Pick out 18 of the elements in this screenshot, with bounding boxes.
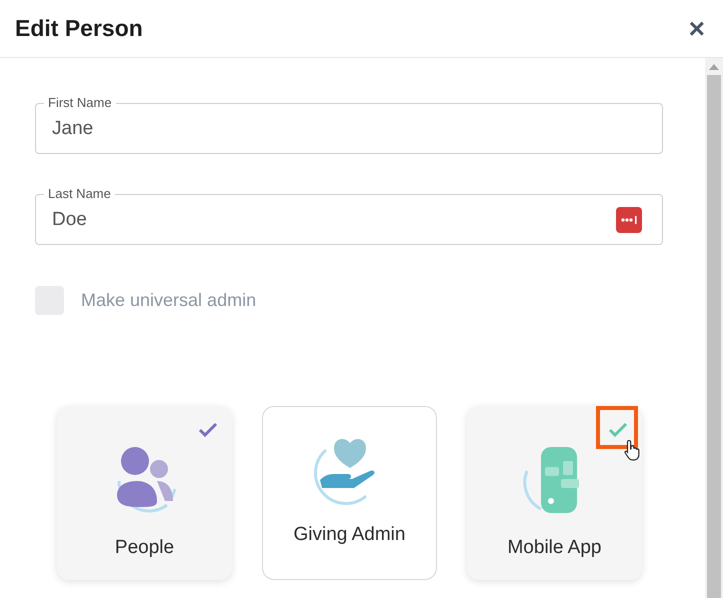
checkmark-icon (608, 422, 628, 438)
close-button[interactable]: × (686, 14, 707, 42)
field-value: Jane (52, 118, 94, 140)
permission-card[interactable]: Giving Admin (262, 406, 437, 580)
password-manager-icon[interactable] (616, 206, 642, 232)
field-label: Last Name (44, 186, 115, 201)
permission-card[interactable]: People (57, 406, 232, 580)
checkmark-icon (198, 422, 218, 438)
checkbox-label: Make universal admin (81, 290, 256, 311)
card-label: Mobile App (507, 537, 602, 559)
field-value: Doe (52, 208, 88, 230)
card-label: People (114, 537, 174, 559)
scrollbar[interactable] (705, 58, 723, 598)
card-label: Giving Admin (294, 524, 406, 546)
dialog-title: Edit Person (15, 15, 143, 42)
field-label: First Name (44, 95, 116, 110)
permission-card[interactable]: Mobile App (467, 406, 642, 580)
hand-cursor-icon (624, 439, 640, 461)
